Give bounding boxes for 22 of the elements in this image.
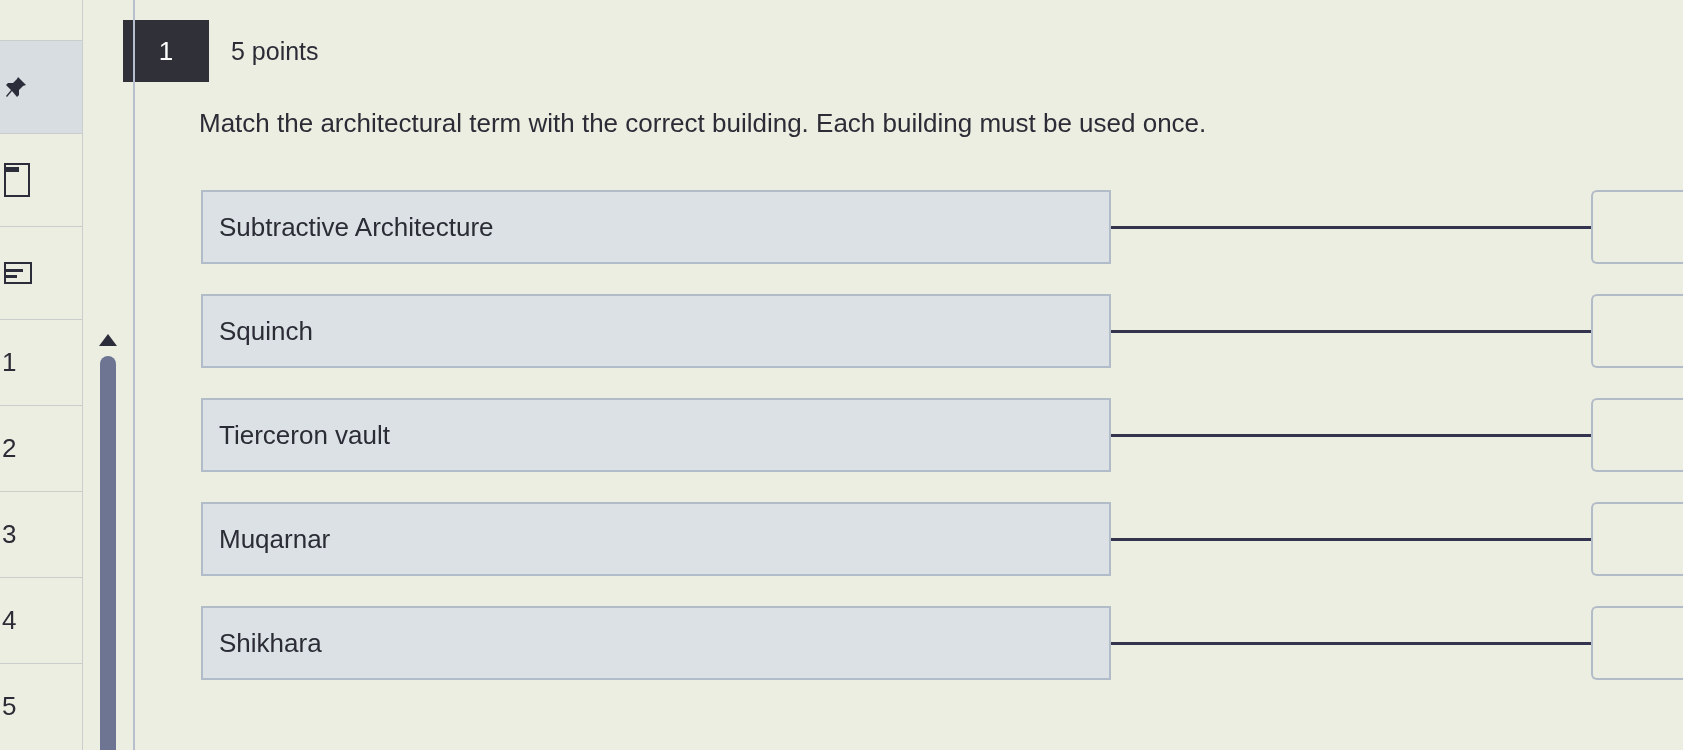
answer-box[interactable] xyxy=(1591,294,1683,368)
pin-icon[interactable] xyxy=(4,75,28,99)
scroll-up-icon[interactable] xyxy=(99,334,117,346)
question-prompt: Match the architectural term with the correct building. Each building must be used once. xyxy=(199,108,1208,139)
term-card[interactable]: Muqarnar xyxy=(201,502,1111,576)
question-link[interactable]: 4 xyxy=(0,605,17,636)
term-card[interactable]: Squinch xyxy=(201,294,1111,368)
answer-box[interactable] xyxy=(1591,398,1683,472)
term-card[interactable]: Tierceron vault xyxy=(201,398,1111,472)
question-link[interactable]: 5 xyxy=(0,691,17,722)
question-number: 1 xyxy=(123,20,209,82)
term-card[interactable]: Shikhara xyxy=(201,606,1111,680)
points-label: 5 points xyxy=(231,36,319,66)
answer-box[interactable] xyxy=(1591,606,1683,680)
question-link[interactable]: 1 xyxy=(0,347,17,378)
answer-box[interactable] xyxy=(1591,190,1683,264)
answer-box[interactable] xyxy=(1591,502,1683,576)
question-link[interactable]: 3 xyxy=(0,519,17,550)
scrollbar-thumb[interactable] xyxy=(100,356,116,750)
question-link[interactable]: 2 xyxy=(0,433,17,464)
term-card[interactable]: Subtractive Architecture xyxy=(201,190,1111,264)
list-icon[interactable] xyxy=(4,262,32,284)
